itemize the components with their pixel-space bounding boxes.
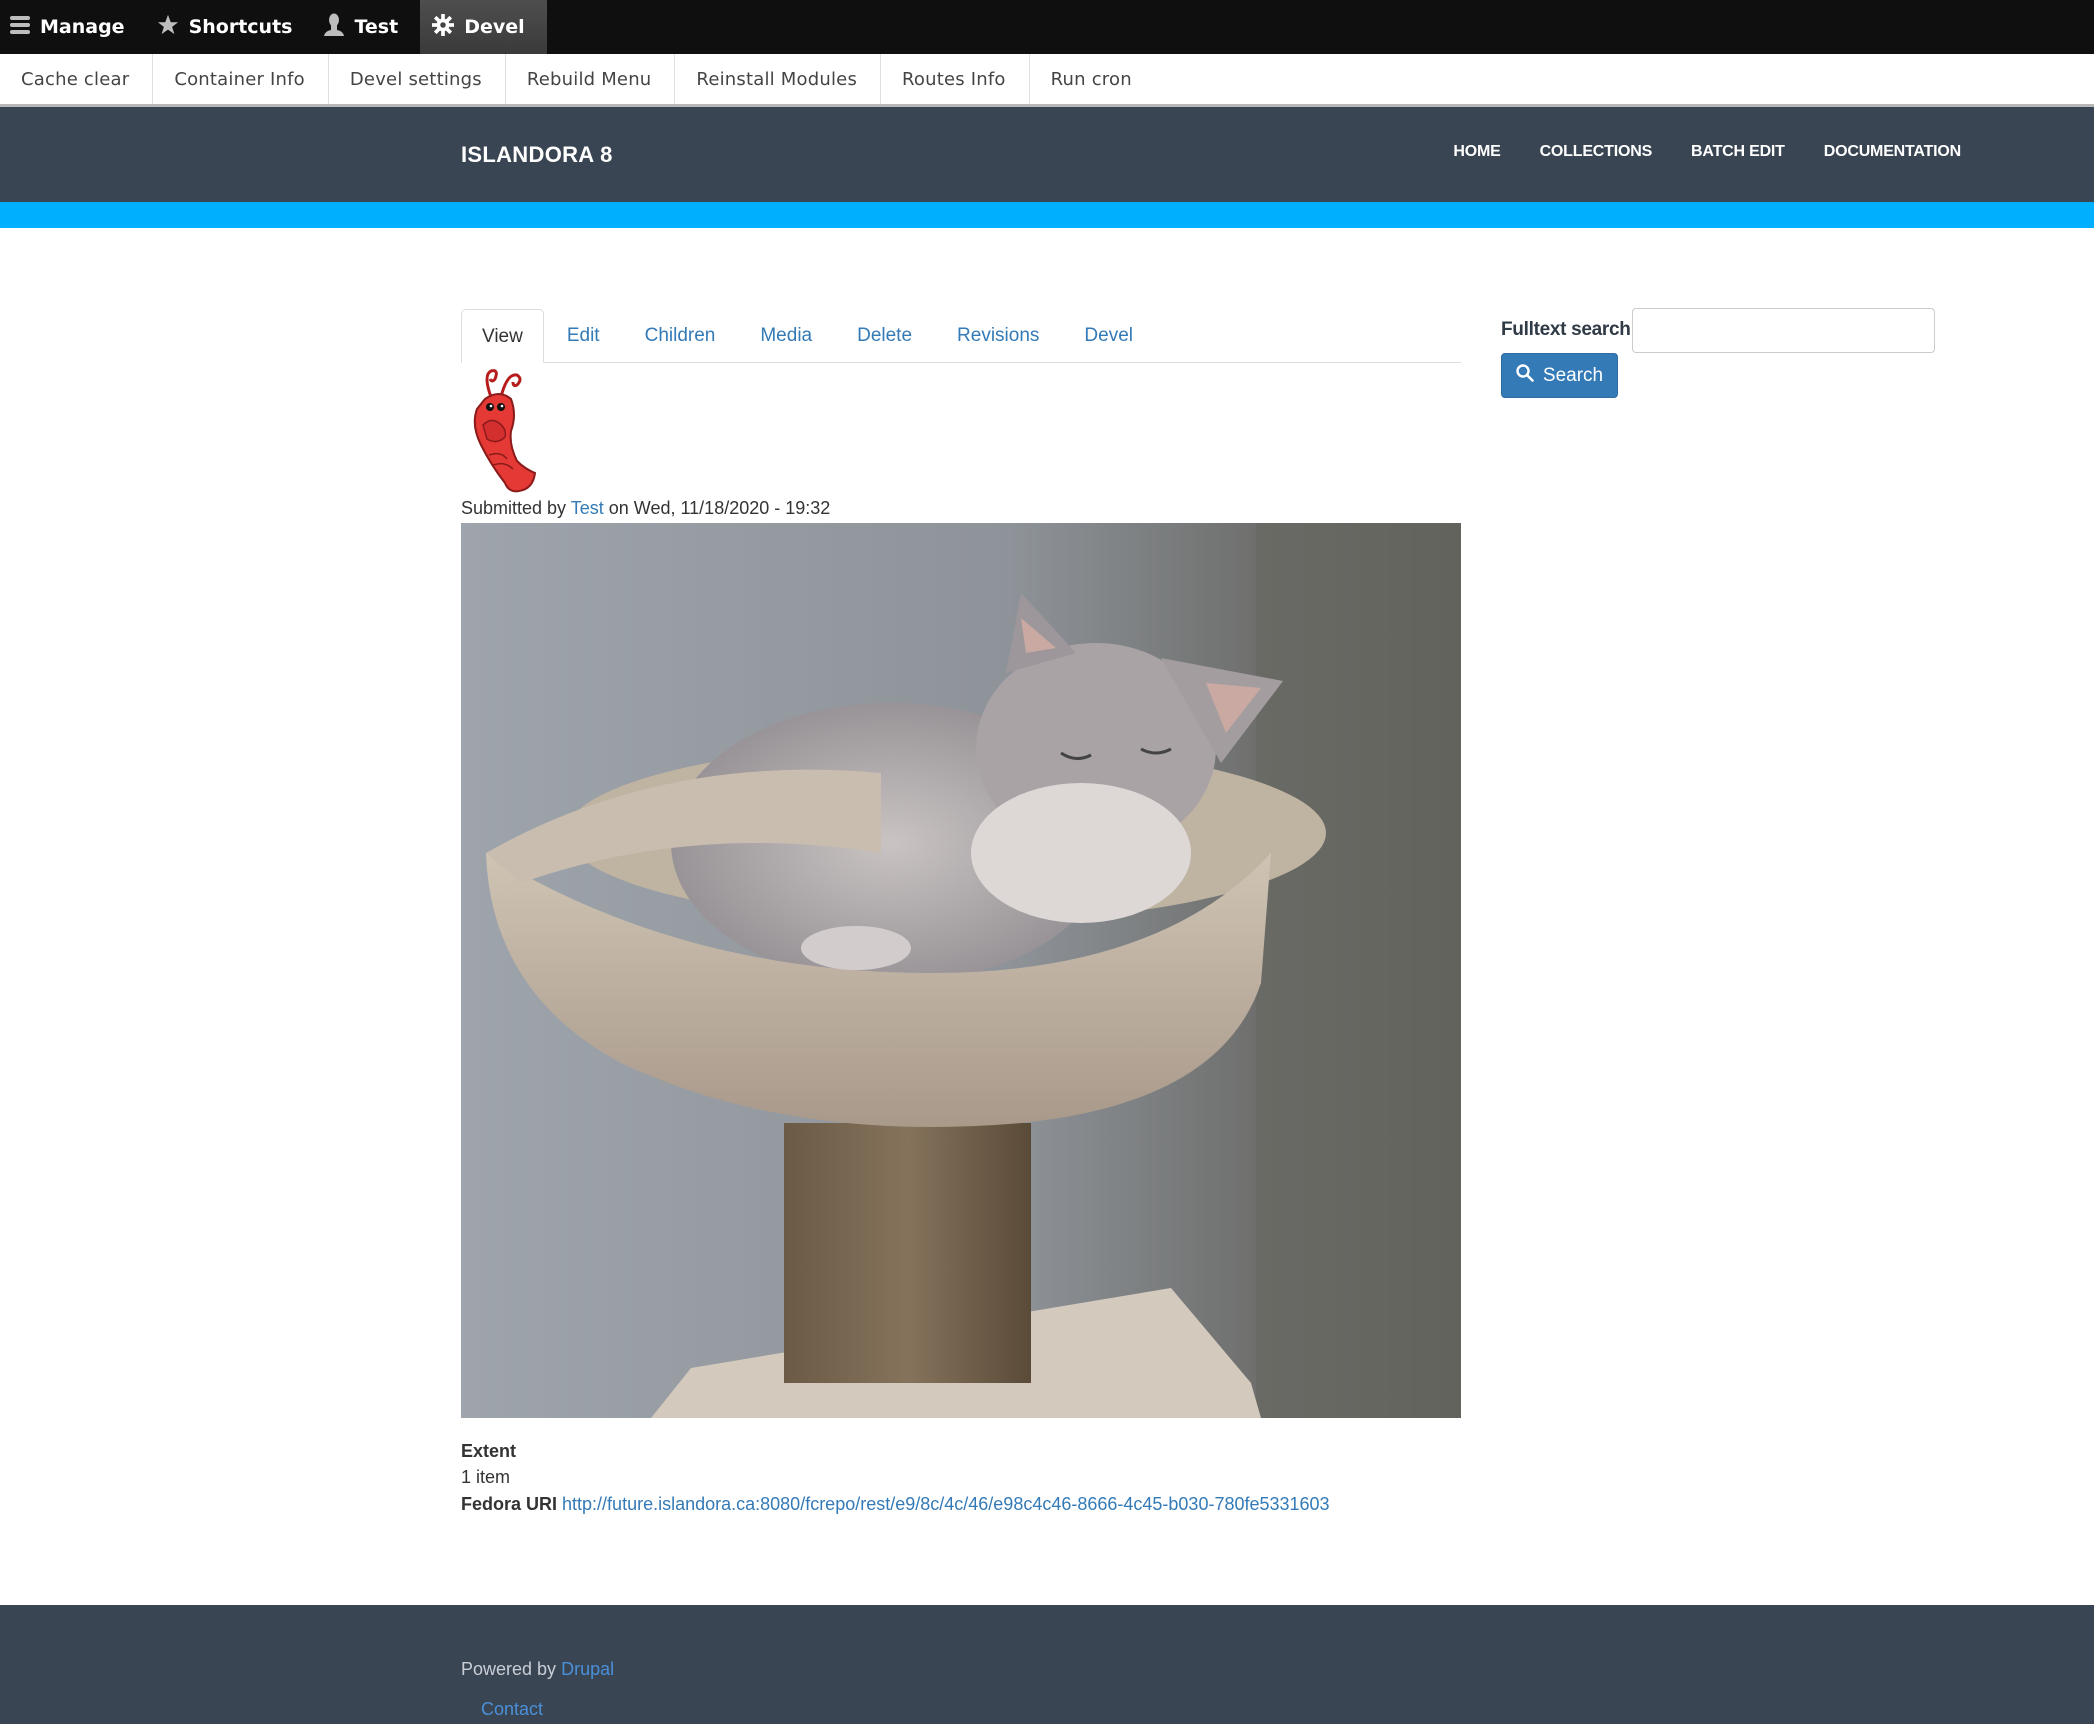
submitted-date: on Wed, 11/18/2020 - 19:32	[608, 498, 831, 518]
search-label: Fulltext search	[1501, 319, 1631, 340]
site-header: ISLANDORA 8 HOME COLLECTIONS BATCH EDIT …	[0, 107, 2094, 202]
tab-media[interactable]: Media	[760, 309, 812, 362]
drupal-link[interactable]: Drupal	[561, 1659, 614, 1679]
tray-item-devel-settings[interactable]: Devel settings	[329, 54, 506, 104]
tray-item-reinstall-modules[interactable]: Reinstall Modules	[675, 54, 882, 104]
submitted-prefix: Submitted by	[461, 498, 567, 518]
toolbar-item-label: Manage	[40, 16, 125, 38]
hamburger-icon	[10, 15, 30, 40]
tab-revisions[interactable]: Revisions	[957, 309, 1039, 362]
extent-value: 1 item	[461, 1467, 511, 1487]
search-icon	[1516, 363, 1534, 388]
site-footer: Powered by Drupal Contact	[0, 1605, 2094, 1724]
tray-item-container-info[interactable]: Container Info	[153, 54, 329, 104]
lobster-logo	[461, 365, 537, 495]
fedora-uri-link[interactable]: http://future.islandora.ca:8080/fcrepo/r…	[562, 1494, 1330, 1514]
toolbar-item-user[interactable]: Test	[314, 0, 420, 54]
tab-edit[interactable]: Edit	[567, 309, 600, 362]
toolbar-item-manage[interactable]: Manage	[0, 0, 147, 54]
tray-item-run-cron[interactable]: Run cron	[1030, 54, 1155, 104]
node-image	[461, 523, 1461, 1418]
submitted-info: Submitted by Test on Wed, 11/18/2020 - 1…	[461, 498, 830, 519]
search-button[interactable]: Search	[1501, 353, 1618, 398]
toolbar-item-devel[interactable]: Devel	[420, 0, 547, 54]
devel-tray: Cache clear Container Info Devel setting…	[0, 54, 2094, 107]
nav-collections[interactable]: COLLECTIONS	[1540, 143, 1653, 161]
main-nav: HOME COLLECTIONS BATCH EDIT DOCUMENTATIO…	[1453, 143, 1961, 161]
nav-documentation[interactable]: DOCUMENTATION	[1824, 143, 1961, 161]
contact-link[interactable]: Contact	[481, 1699, 543, 1720]
tray-item-rebuild-menu[interactable]: Rebuild Menu	[506, 54, 676, 104]
toolbar-item-label: Test	[354, 16, 399, 38]
admin-toolbar: Manage Shortcuts Test Devel	[0, 0, 2094, 54]
toolbar-item-shortcuts[interactable]: Shortcuts	[147, 0, 315, 54]
powered-by: Powered by Drupal	[461, 1659, 614, 1680]
tab-children[interactable]: Children	[645, 309, 716, 362]
site-name[interactable]: ISLANDORA 8	[461, 142, 613, 168]
tab-view[interactable]: View	[461, 309, 544, 363]
powered-by-prefix: Powered by	[461, 1659, 557, 1679]
user-icon	[324, 13, 345, 42]
tab-devel[interactable]: Devel	[1084, 309, 1133, 362]
extent-label: Extent	[461, 1441, 517, 1461]
accent-stripe	[0, 202, 2094, 228]
author-link[interactable]: Test	[571, 498, 604, 518]
fedora-uri-label: Fedora URI	[461, 1494, 558, 1514]
nav-batch-edit[interactable]: BATCH EDIT	[1691, 143, 1785, 161]
toolbar-item-label: Devel	[464, 16, 525, 38]
search-button-label: Search	[1542, 364, 1604, 386]
toolbar-item-label: Shortcuts	[188, 16, 293, 38]
gear-icon	[432, 13, 455, 41]
tab-delete[interactable]: Delete	[857, 309, 912, 362]
nav-home[interactable]: HOME	[1453, 143, 1500, 161]
fedora-uri-field: Fedora URI http://future.islandora.ca:80…	[461, 1494, 1330, 1515]
search-input[interactable]	[1632, 308, 1935, 353]
local-tabs: View Edit Children Media Delete Revision…	[461, 309, 1461, 363]
tray-item-routes-info[interactable]: Routes Info	[881, 54, 1030, 104]
tray-item-cache-clear[interactable]: Cache clear	[0, 54, 154, 104]
star-icon	[157, 14, 179, 41]
